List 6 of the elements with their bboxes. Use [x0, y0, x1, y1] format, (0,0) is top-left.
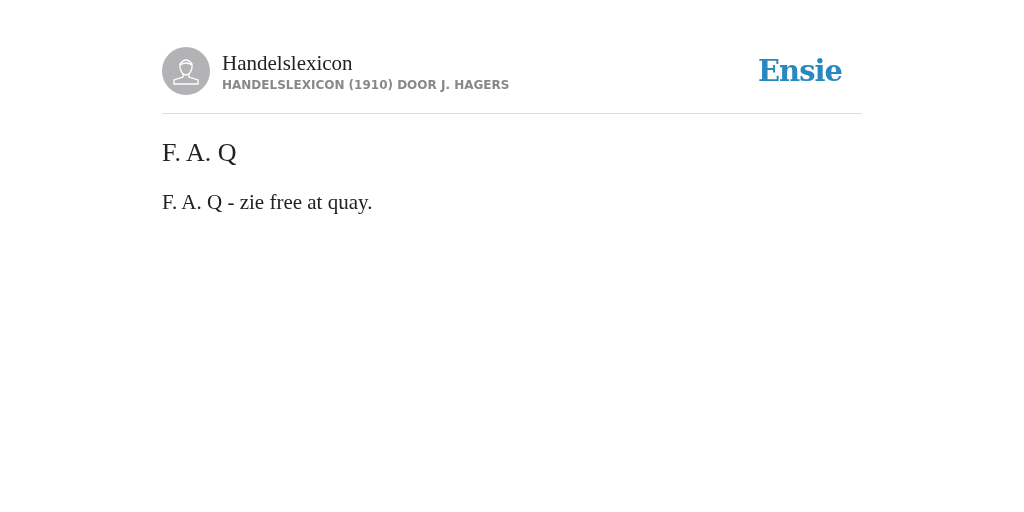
- entry-heading: F. A. Q: [162, 138, 237, 168]
- logo[interactable]: Ensie: [758, 54, 842, 88]
- dictionary-title[interactable]: Handelslexicon: [222, 50, 758, 75]
- person-icon: [172, 56, 200, 86]
- dictionary-subtitle: HANDELSLEXICON (1910) DOOR J. HAGERS: [222, 77, 511, 92]
- entry-definition: F. A. Q - zie free at quay.: [162, 190, 373, 215]
